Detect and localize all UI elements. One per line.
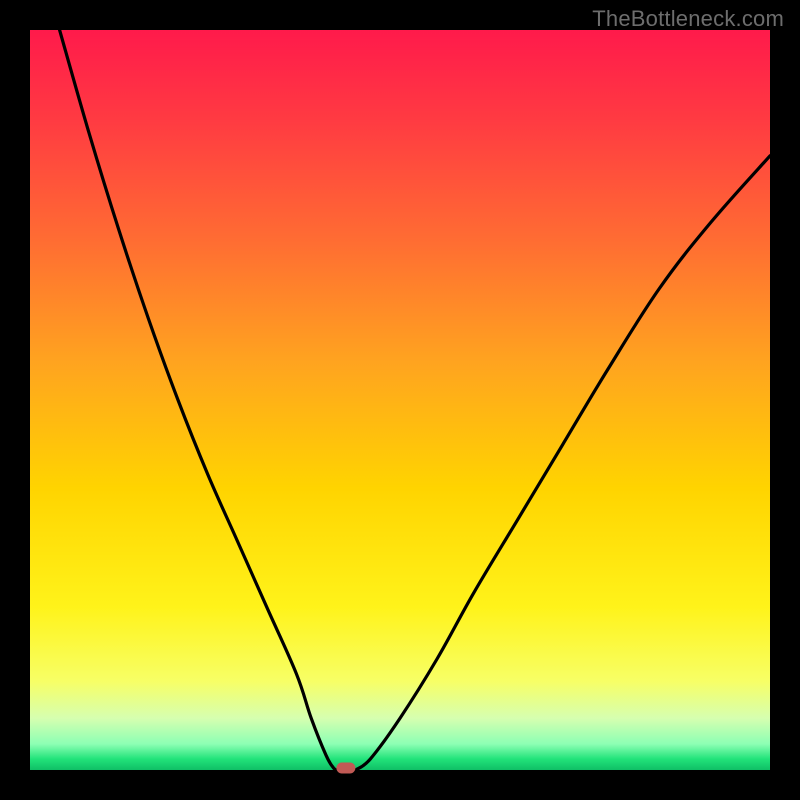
bottleneck-curve bbox=[60, 30, 770, 770]
chart-frame: TheBottleneck.com bbox=[0, 0, 800, 800]
watermark-text: TheBottleneck.com bbox=[592, 6, 784, 32]
plot-area bbox=[30, 30, 770, 770]
optimal-marker bbox=[336, 762, 355, 773]
curve-layer bbox=[30, 30, 770, 770]
